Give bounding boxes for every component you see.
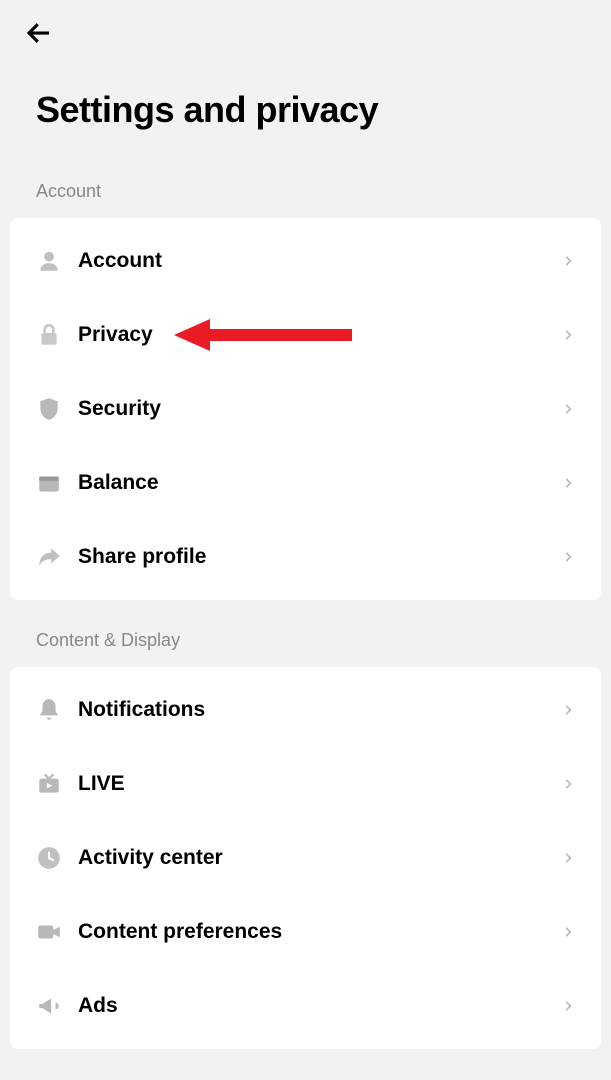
chevron-right-icon [561, 703, 575, 717]
list-label: Account [78, 249, 561, 273]
video-icon [36, 919, 62, 945]
list-label: Balance [78, 471, 561, 495]
list-label: Share profile [78, 545, 561, 569]
shield-icon [36, 396, 62, 422]
list-label: Security [78, 397, 561, 421]
list-label: LIVE [78, 772, 561, 796]
bell-icon [36, 697, 62, 723]
page-title: Settings and privacy [0, 61, 611, 151]
back-button[interactable] [0, 0, 611, 61]
list-label: Content preferences [78, 920, 561, 944]
list-item-ads[interactable]: Ads [10, 969, 601, 1043]
list-item-balance[interactable]: Balance [10, 446, 601, 520]
tv-icon [36, 771, 62, 797]
chevron-right-icon [561, 476, 575, 490]
list-item-account[interactable]: Account [10, 224, 601, 298]
wallet-icon [36, 470, 62, 496]
list-label: Activity center [78, 846, 561, 870]
chevron-right-icon [561, 777, 575, 791]
lock-icon [36, 322, 62, 348]
section-header-account: Account [0, 151, 611, 218]
list-item-content-preferences[interactable]: Content preferences [10, 895, 601, 969]
list-item-security[interactable]: Security [10, 372, 601, 446]
chevron-right-icon [561, 328, 575, 342]
person-icon [36, 248, 62, 274]
chevron-right-icon [561, 550, 575, 564]
list-label: Notifications [78, 698, 561, 722]
megaphone-icon [36, 993, 62, 1019]
chevron-right-icon [561, 999, 575, 1013]
section-card-content: Notifications LIVE Activity center Conte… [10, 667, 601, 1049]
clock-icon [36, 845, 62, 871]
chevron-right-icon [561, 402, 575, 416]
list-item-activity-center[interactable]: Activity center [10, 821, 601, 895]
chevron-right-icon [561, 254, 575, 268]
share-icon [36, 544, 62, 570]
back-arrow-icon [24, 18, 54, 48]
list-item-live[interactable]: LIVE [10, 747, 601, 821]
list-label: Ads [78, 994, 561, 1018]
chevron-right-icon [561, 851, 575, 865]
section-header-content: Content & Display [0, 600, 611, 667]
list-item-notifications[interactable]: Notifications [10, 673, 601, 747]
list-label: Privacy [78, 323, 561, 347]
chevron-right-icon [561, 925, 575, 939]
section-card-account: Account Privacy Security Balance Share p… [10, 218, 601, 600]
list-item-share-profile[interactable]: Share profile [10, 520, 601, 594]
list-item-privacy[interactable]: Privacy [10, 298, 601, 372]
